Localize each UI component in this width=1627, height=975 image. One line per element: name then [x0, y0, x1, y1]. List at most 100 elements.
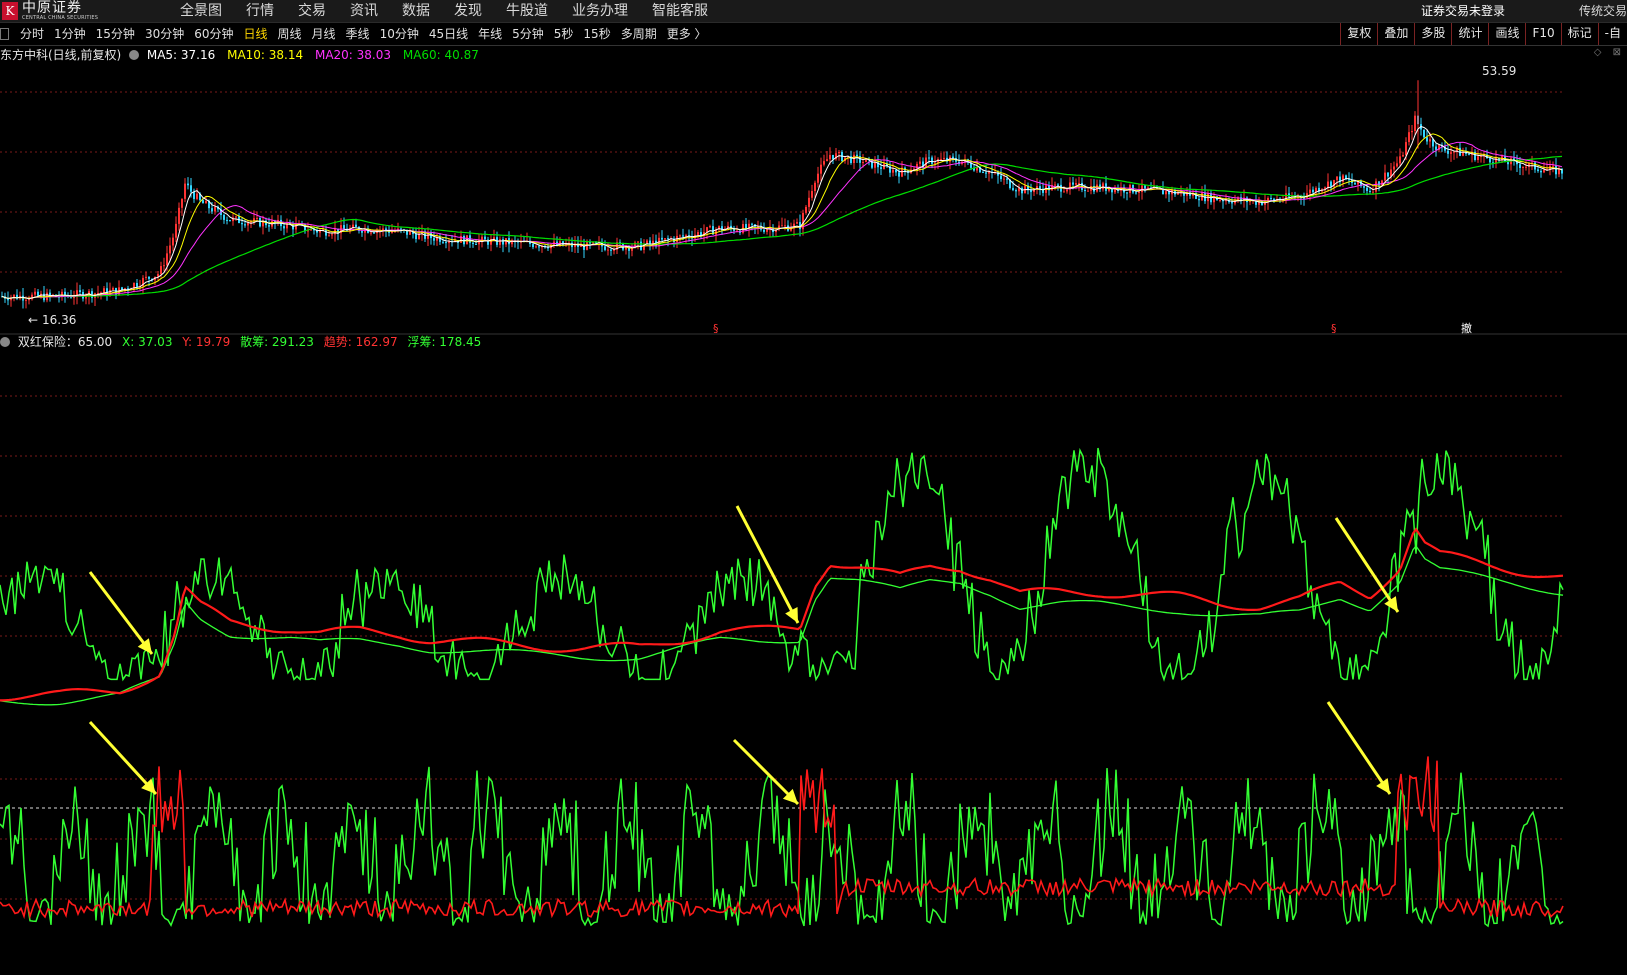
indicator-trend-value: 趋势: 162.97: [323, 335, 398, 349]
candle-body-236: [709, 226, 711, 228]
period-5sec[interactable]: 5秒: [554, 23, 574, 45]
candle-body-454: [1363, 186, 1365, 188]
candle-body-114: [343, 225, 345, 229]
candle-body-355: [1066, 189, 1068, 192]
candle-body-56: [169, 245, 171, 254]
settings-dot-icon[interactable]: [129, 50, 140, 60]
period-30min[interactable]: 30分钟: [145, 23, 184, 45]
candle-body-167: [502, 239, 504, 245]
candle-body-514: [1543, 169, 1545, 173]
indicator-trend-green-line: [0, 545, 1564, 706]
candle-body-291: [874, 162, 876, 168]
period-5min[interactable]: 5分钟: [512, 23, 544, 45]
candle-body-11: [34, 291, 36, 295]
candle-body-109: [328, 235, 330, 237]
trade-login-status[interactable]: 证券交易未登录: [1421, 0, 1505, 22]
period-15min[interactable]: 15分钟: [96, 23, 135, 45]
candle-body-504: [1513, 158, 1515, 160]
period-tabs: 分时 1分钟 15分钟 30分钟 60分钟 日线 周线 月线 季线 10分钟 4…: [20, 23, 717, 45]
period-toolbar: 分时 1分钟 15分钟 30分钟 60分钟 日线 周线 月线 季线 10分钟 4…: [0, 23, 1627, 46]
candle-body-327: [982, 172, 984, 174]
candle-body-461: [1384, 172, 1386, 181]
traditional-trade-link[interactable]: 传统交易: [1527, 0, 1627, 22]
candle-body-388: [1165, 191, 1167, 195]
tool-custom-button[interactable]: -自: [1597, 23, 1627, 45]
period-yearly[interactable]: 年线: [478, 23, 502, 45]
chart-area[interactable]: 53.59 16.36 ← § § 撤: [0, 46, 1627, 975]
period-quarterly[interactable]: 季线: [346, 23, 370, 45]
menu-item-panorama[interactable]: 全景图: [180, 0, 222, 22]
period-intraday[interactable]: 分时: [20, 23, 44, 45]
candle-body-58: [175, 223, 177, 238]
event-marker-3[interactable]: 撤: [1461, 321, 1472, 335]
panel-toggle-icon[interactable]: [0, 28, 9, 40]
candle-body-161: [484, 236, 486, 240]
menu-item-data[interactable]: 数据: [402, 0, 430, 22]
candle-body-482: [1447, 150, 1449, 154]
tool-overlay-button[interactable]: 叠加: [1377, 23, 1414, 45]
candle-body-250: [751, 223, 753, 225]
period-15sec[interactable]: 15秒: [583, 23, 610, 45]
candle-body-64: [193, 191, 195, 199]
menu-item-business[interactable]: 业务办理: [572, 0, 628, 22]
high-price-label: 53.59: [1482, 64, 1516, 78]
candle-body-26: [79, 290, 81, 292]
lower-green-line: [0, 766, 1564, 928]
candle-body-80: [241, 223, 243, 225]
candle-body-518: [1555, 165, 1557, 175]
candle-body-37: [112, 287, 114, 290]
candle-body-308: [925, 157, 927, 167]
candle-body-49: [148, 276, 150, 279]
candle-body-147: [442, 241, 444, 243]
tool-f10-button[interactable]: F10: [1525, 23, 1560, 45]
menu-item-discover[interactable]: 发现: [454, 0, 482, 22]
tool-statistics-button[interactable]: 统计: [1451, 23, 1488, 45]
indicator-settings-icon[interactable]: [0, 337, 10, 347]
period-10min[interactable]: 10分钟: [380, 23, 419, 45]
candle-body-212: [637, 241, 639, 243]
indicator-legend-bar: 双红保险：65.00 X: 37.03 Y: 19.79 散筹: 291.23 …: [0, 334, 481, 350]
period-weekly[interactable]: 周线: [278, 23, 302, 45]
candle-body-469: [1408, 132, 1410, 143]
menu-item-trade[interactable]: 交易: [298, 0, 326, 22]
candle-body-4: [13, 294, 15, 298]
period-1min[interactable]: 1分钟: [54, 23, 86, 45]
period-more[interactable]: 更多 〉: [667, 23, 707, 45]
menu-item-news[interactable]: 资讯: [350, 0, 378, 22]
event-marker-1[interactable]: §: [713, 322, 719, 335]
stock-title[interactable]: 东方中科(日线,前复权): [0, 48, 121, 62]
close-x-icon[interactable]: ⊠: [1613, 47, 1621, 58]
period-daily[interactable]: 日线: [244, 23, 268, 45]
period-multi[interactable]: 多周期: [621, 23, 657, 45]
period-monthly[interactable]: 月线: [312, 23, 336, 45]
menu-item-smart-service[interactable]: 智能客服: [652, 0, 708, 22]
candle-body-53: [160, 266, 162, 275]
candle-body-496: [1489, 158, 1491, 163]
menu-item-quotes[interactable]: 行情: [246, 0, 274, 22]
candle-body-63: [190, 185, 192, 192]
candle-body-78: [235, 216, 237, 218]
candle-body-254: [763, 229, 765, 232]
tool-draw-line-button[interactable]: 画线: [1488, 23, 1525, 45]
period-45day[interactable]: 45日线: [429, 23, 468, 45]
candle-body-9: [28, 299, 30, 301]
candle-body-203: [610, 249, 612, 251]
logo-chinese-name: 中原证券: [22, 0, 82, 16]
indicator-name[interactable]: 双红保险：65.00: [18, 335, 112, 349]
brand-logo: K 中原证券 CENTRAL CHINA SECURITIES: [0, 0, 120, 22]
candle-body-346: [1039, 186, 1041, 189]
candle-body-437: [1312, 189, 1314, 193]
candle-body-81: [244, 224, 246, 226]
top-header: K 中原证券 CENTRAL CHINA SECURITIES 全景图 行情 交…: [0, 0, 1627, 23]
event-marker-2[interactable]: §: [1331, 322, 1337, 335]
chart-grid: [0, 91, 1627, 900]
menu-item-niugudao[interactable]: 牛股道: [506, 0, 548, 22]
candle-body-270: [811, 191, 813, 198]
tool-multi-stock-button[interactable]: 多股: [1414, 23, 1451, 45]
candle-body-475: [1426, 137, 1428, 142]
period-60min[interactable]: 60分钟: [194, 23, 233, 45]
tool-mark-button[interactable]: 标记: [1560, 23, 1598, 45]
tool-adjust-button[interactable]: 复权: [1340, 23, 1377, 45]
maximize-diamond-icon[interactable]: ◇: [1594, 47, 1602, 58]
candle-body-399: [1198, 198, 1200, 201]
